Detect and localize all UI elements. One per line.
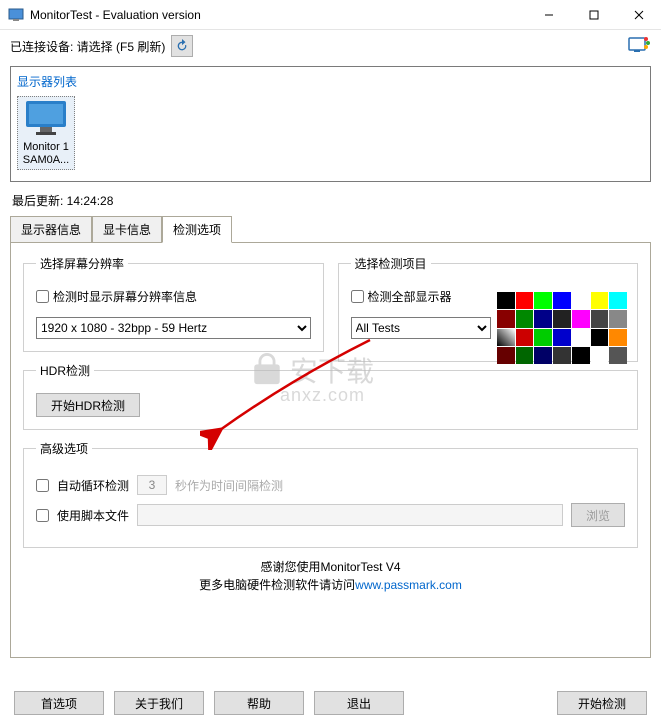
exit-button[interactable]: 退出 [314,691,404,715]
all-monitors-checkbox[interactable] [351,290,364,303]
show-resolution-info-label: 检测时显示屏幕分辨率信息 [53,288,197,305]
test-pattern-thumb [553,292,571,309]
start-test-button[interactable]: 开始检测 [557,691,647,715]
browse-button[interactable]: 浏览 [571,503,625,527]
test-pattern-thumb [516,292,534,309]
use-script-checkbox[interactable] [36,509,49,522]
monitor-icon [22,99,70,139]
test-pattern-thumb [591,292,609,309]
test-pattern-thumb [516,329,534,346]
connected-device-label: 已连接设备: 请选择 (F5 刷新) [10,38,165,55]
test-pattern-preview [497,292,627,364]
test-pattern-thumb [572,310,590,327]
advanced-group: 高级选项 自动循环检测 3 秒作为时间间隔检测 使用脚本文件 浏览 [23,440,638,548]
tab-monitor-info[interactable]: 显示器信息 [10,216,92,243]
resolution-group: 选择屏幕分辨率 检测时显示屏幕分辨率信息 1920 x 1080 - 32bpp… [23,255,324,352]
test-pattern-thumb [609,292,627,309]
test-pattern-thumb [534,292,552,309]
test-pattern-thumb [572,329,590,346]
tab-panel-test-options: 选择屏幕分辨率 检测时显示屏幕分辨率信息 1920 x 1080 - 32bpp… [10,242,651,658]
brand-icon [627,35,651,57]
loop-interval-field: 3 [137,475,167,495]
test-pattern-thumb [497,310,515,327]
app-icon [8,7,24,23]
close-button[interactable] [616,0,661,30]
script-path-field [137,504,563,526]
test-items-legend: 选择检测项目 [351,255,431,272]
seconds-hint: 秒作为时间间隔检测 [175,477,283,494]
monitor-list-panel: 显示器列表 Monitor 1 SAM0A... [10,66,651,182]
show-resolution-info-checkbox[interactable] [36,290,49,303]
monitor-label: Monitor 1 SAM0A... [23,141,69,167]
help-button[interactable]: 帮助 [214,691,304,715]
passmark-link[interactable]: www.passmark.com [355,578,462,592]
hdr-legend: HDR检测 [36,362,94,379]
use-script-label: 使用脚本文件 [57,507,129,524]
test-pattern-thumb [553,310,571,327]
refresh-button[interactable] [171,35,193,57]
preferences-button[interactable]: 首选项 [14,691,104,715]
tab-container: 显示器信息 显卡信息 检测选项 选择屏幕分辨率 检测时显示屏幕分辨率信息 192… [10,215,651,658]
tab-gpu-info[interactable]: 显卡信息 [92,216,162,243]
test-select[interactable]: All Tests [351,317,491,339]
about-button[interactable]: 关于我们 [114,691,204,715]
tab-test-options[interactable]: 检测选项 [162,216,232,243]
test-pattern-thumb [534,310,552,327]
auto-loop-checkbox[interactable] [36,479,49,492]
monitor-item[interactable]: Monitor 1 SAM0A... [17,96,75,170]
auto-loop-label: 自动循环检测 [57,477,129,494]
test-items-group: 选择检测项目 检测全部显示器 All Tests [338,255,639,362]
maximize-button[interactable] [571,0,616,30]
test-pattern-thumb [534,329,552,346]
window-title: MonitorTest - Evaluation version [30,8,526,22]
title-bar: MonitorTest - Evaluation version [0,0,661,30]
monitor-list-title: 显示器列表 [17,73,644,90]
footer-message: 感谢您使用MonitorTest V4 更多电脑硬件检测软件请访问www.pas… [23,558,638,594]
test-pattern-thumb [609,329,627,346]
bottom-button-bar: 首选项 关于我们 帮助 退出 开始检测 [0,691,661,715]
test-pattern-thumb [591,310,609,327]
last-update-label: 最后更新: 14:24:28 [0,186,661,215]
resolution-select[interactable]: 1920 x 1080 - 32bpp - 59 Hertz [36,317,311,339]
refresh-icon [175,39,189,53]
test-pattern-thumb [497,292,515,309]
hdr-group: HDR检测 开始HDR检测 [23,362,638,430]
test-pattern-thumb [591,329,609,346]
test-pattern-thumb [572,292,590,309]
toolbar: 已连接设备: 请选择 (F5 刷新) [0,30,661,62]
test-pattern-thumb [553,329,571,346]
advanced-legend: 高级选项 [36,440,92,457]
minimize-button[interactable] [526,0,571,30]
all-monitors-label: 检测全部显示器 [368,288,452,305]
test-pattern-thumb [609,310,627,327]
resolution-legend: 选择屏幕分辨率 [36,255,128,272]
start-hdr-test-button[interactable]: 开始HDR检测 [36,393,140,417]
test-pattern-thumb [516,310,534,327]
test-pattern-thumb [497,329,515,346]
